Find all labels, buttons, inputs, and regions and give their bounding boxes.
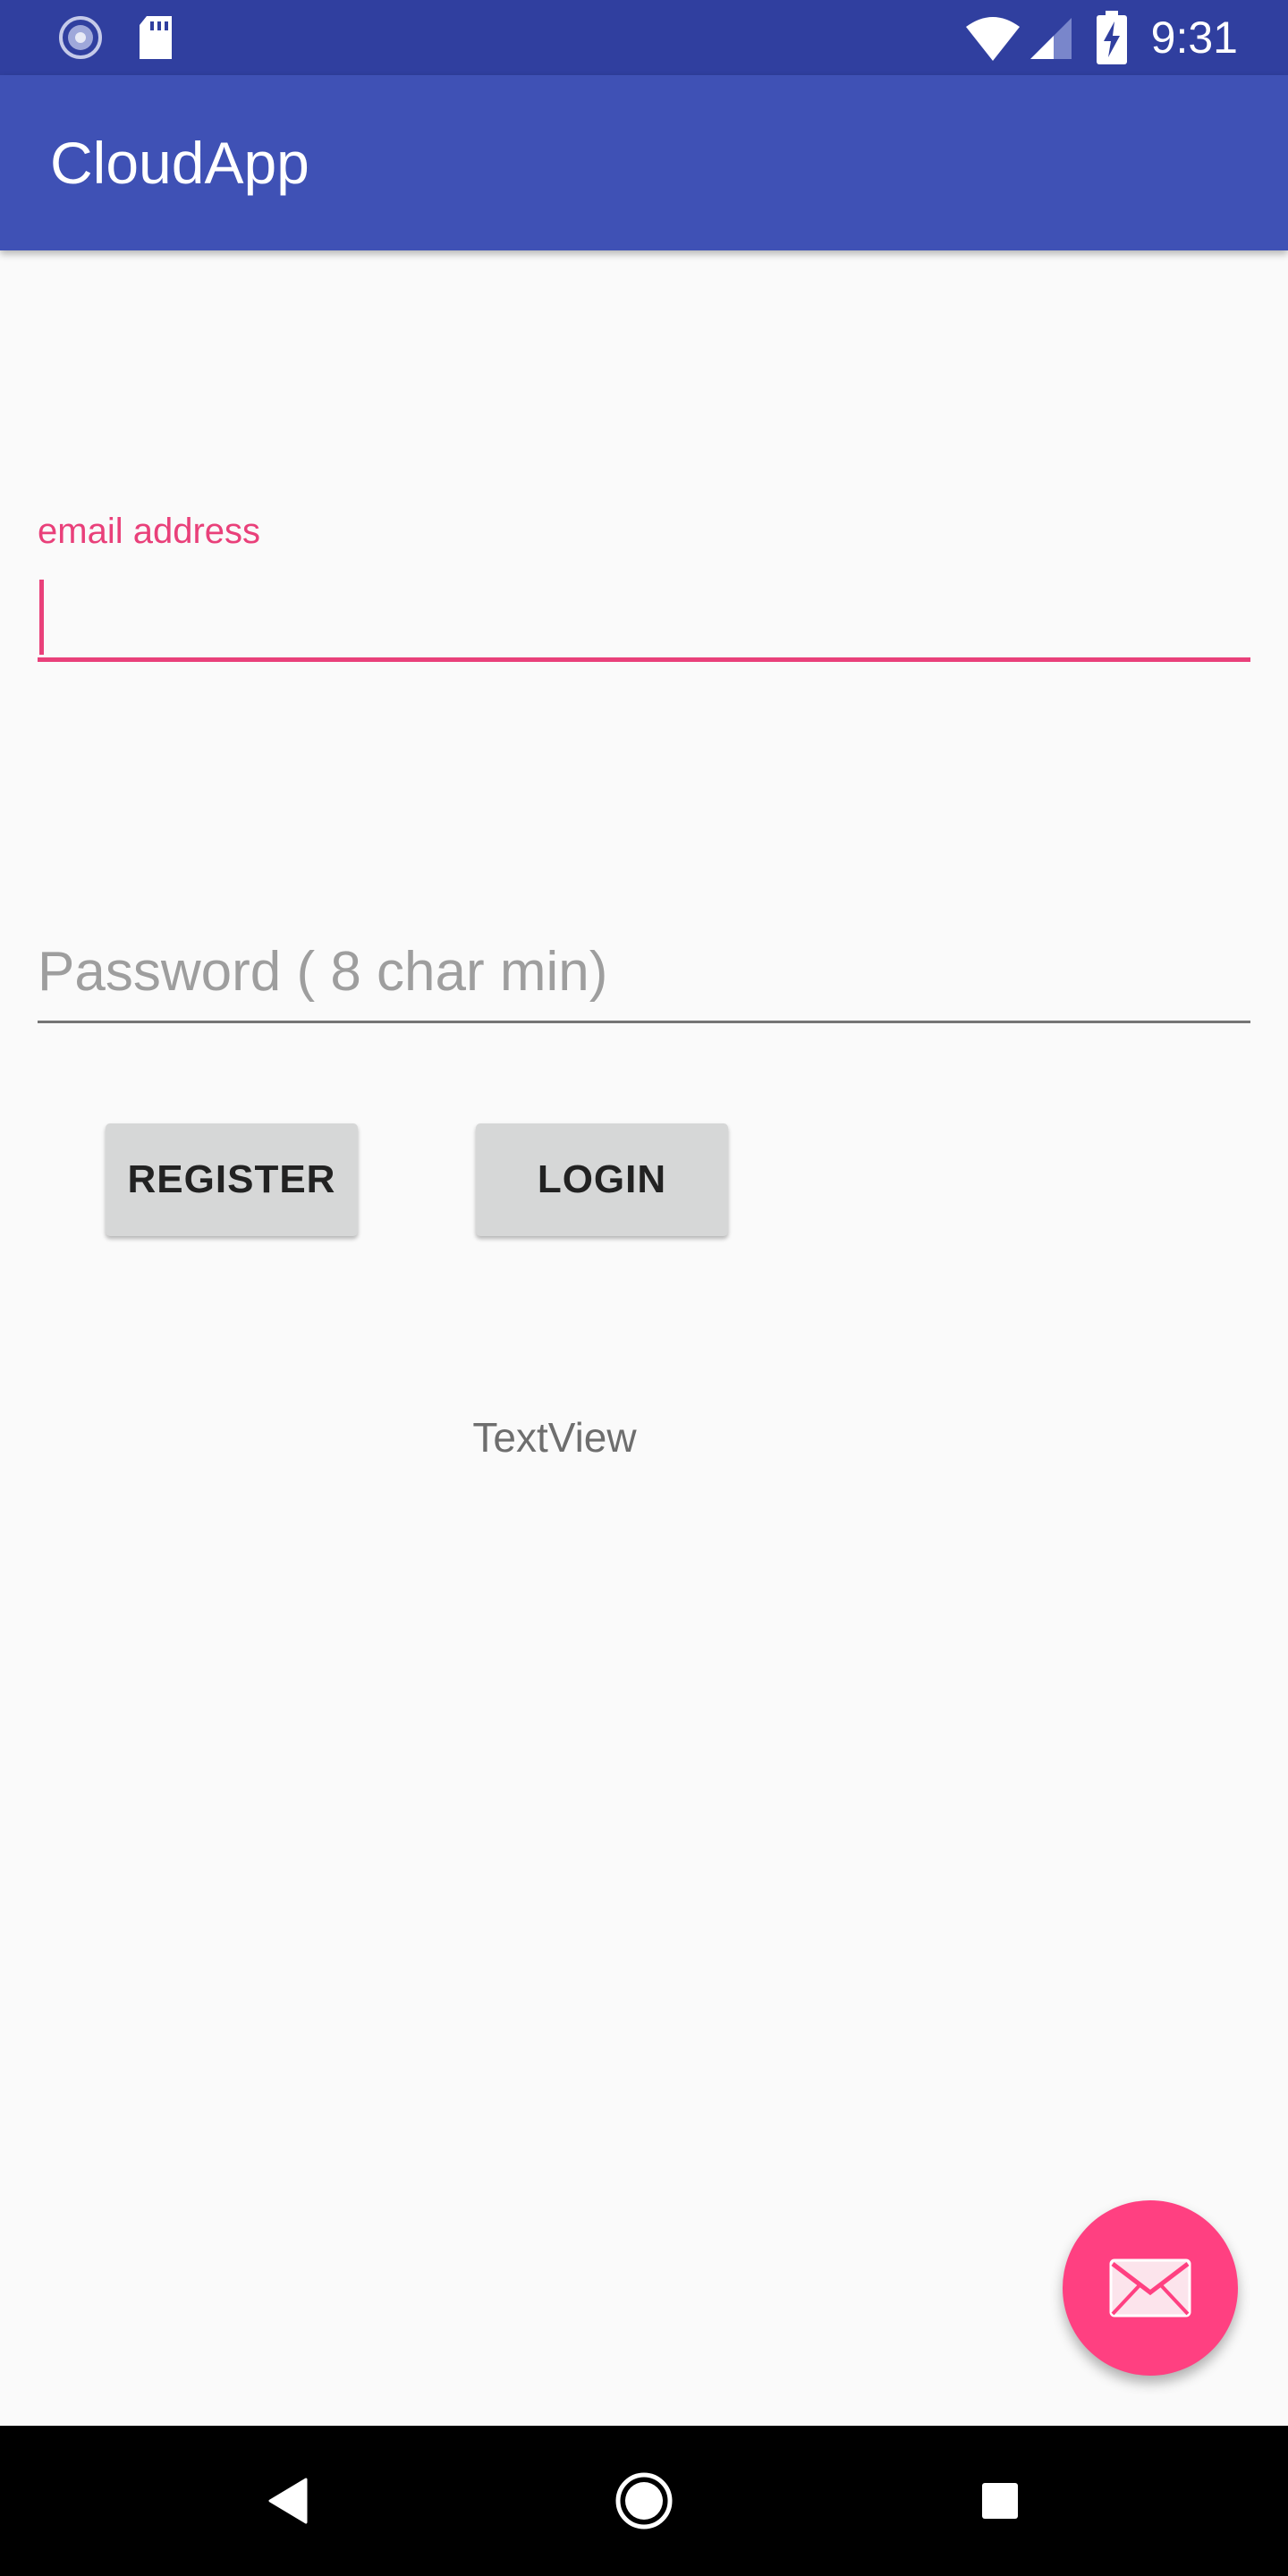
mail-icon	[1109, 2258, 1191, 2318]
app-title: CloudApp	[50, 130, 309, 196]
status-bar: 9:31	[0, 0, 1288, 75]
status-text-view: TextView	[472, 1414, 637, 1461]
mail-fab-button[interactable]	[1063, 2200, 1238, 2376]
home-icon[interactable]	[590, 2447, 698, 2555]
email-field[interactable]	[38, 572, 1250, 662]
status-time: 9:31	[1150, 13, 1238, 63]
text-cursor	[39, 580, 44, 655]
wifi-icon	[964, 14, 1021, 63]
register-button[interactable]: REGISTER	[106, 1123, 358, 1236]
app-bar: CloudApp	[0, 75, 1288, 250]
battery-charging-icon	[1097, 11, 1127, 64]
sd-card-icon	[131, 13, 181, 63]
cell-signal-icon	[1029, 16, 1073, 61]
recents-icon[interactable]	[946, 2447, 1054, 2555]
back-icon[interactable]	[234, 2447, 342, 2555]
password-field[interactable]	[38, 930, 1250, 1023]
navigation-bar	[0, 2426, 1288, 2576]
sync-icon	[55, 13, 106, 63]
screen: 9:31 CloudApp email address REGISTER LOG…	[0, 0, 1288, 2576]
email-label: email address	[38, 512, 261, 551]
login-button[interactable]: LOGIN	[476, 1123, 728, 1236]
